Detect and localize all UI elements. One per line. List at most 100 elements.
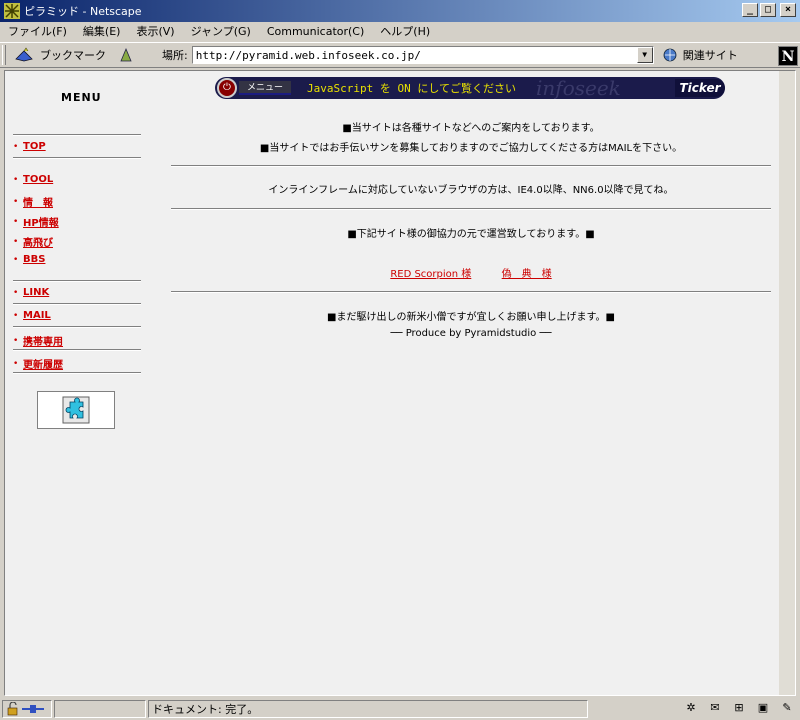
nav-link-history[interactable]: 更新履歴 [23,356,63,371]
mail-icon[interactable]: ✉ [706,700,724,716]
infoseek-banner[interactable]: ⏻ メニュー JavaScript を ON にしてご覧ください infosee… [215,77,725,99]
main-divider [171,291,771,293]
minimize-button[interactable]: _ [742,3,758,17]
bullet: • [13,216,19,227]
composer-icon[interactable]: ✎ [778,700,796,716]
sidebar-item-mobile: • 携帯専用 [13,333,63,349]
lock-icon [7,702,18,716]
bullet: • [13,236,19,247]
main-divider [171,208,771,210]
status-bar: ドキュメント: 完了。 ✲ ✉ ⊞ ▣ ✎ [0,698,800,720]
sidebar-divider [13,157,141,159]
progress-meter [54,700,146,718]
url-dropdown-button[interactable]: ▼ [636,47,653,63]
intro-line-2: ■当サイトではお手伝いサンを募集しておりますのでご協力してくださる方はMAILを… [259,143,683,154]
address-book-icon[interactable]: ▣ [754,700,772,716]
menu-view[interactable]: 表示(V) [134,23,176,39]
main-divider [171,165,771,167]
partner-links: RED Scorpion 様 偽 典 様 [171,265,771,280]
sidebar-item-bbs: • BBS [13,254,45,265]
connection-icon [22,705,44,713]
nav-link-info[interactable]: 情 報 [23,194,53,209]
status-text: ドキュメント: 完了。 [152,703,259,716]
javascript-message: JavaScript を ON にしてご覧ください [307,82,517,95]
security-indicator[interactable] [2,700,52,718]
bookmarks-button[interactable]: ブックマーク [14,47,106,63]
menu-file[interactable]: ファイル(F) [6,23,69,39]
sidebar-divider [13,326,141,328]
closing-message: ■まだ駆け出しの新米小僧ですが宜しくお願い申し上げます。■ [327,312,615,323]
bookmarks-label: ブックマーク [40,49,106,62]
related-sites-button[interactable]: 関連サイト [662,47,738,63]
close-button[interactable]: × [780,3,796,17]
title-bar: ピラミッド - Netscape _ □ × [0,0,800,22]
location-toolbar: ブックマーク 場所: http://pyramid.web.infoseek.c… [0,42,800,68]
nav-link-mobile[interactable]: 携帯専用 [23,333,63,348]
bullet: • [13,254,19,265]
menu-title: MENU [61,91,102,104]
partners-note: ■下記サイト様の御協力の元で運営致しております。■ [347,229,595,240]
page-content: MENU • TOP • TOOL • 情 報 • HP情報 • 高飛び • B… [4,70,796,696]
plugin-placeholder[interactable] [37,391,115,429]
page-proxy-icon[interactable] [118,47,134,63]
power-icon: ⏻ [217,78,237,98]
nav-link-link[interactable]: LINK [23,287,49,298]
window-controls: _ □ × [742,3,796,17]
status-message: ドキュメント: 完了。 [148,700,588,718]
sidebar-item-top: • TOP [13,141,46,152]
nav-link-takatobi[interactable]: 高飛び [23,234,53,249]
banner-menu-label[interactable]: メニュー [239,81,291,95]
netscape-logo[interactable]: N [778,46,798,66]
menu-edit[interactable]: 編集(E) [81,23,123,39]
browser-note: インラインフレームに対応していないブラウザの方は、IE4.0以降、NN6.0以降… [268,185,674,196]
menu-bar: ファイル(F) 編集(E) 表示(V) ジャンプ(G) Communicator… [0,22,800,40]
menu-help[interactable]: ヘルプ(H) [378,23,432,39]
sidebar-divider [13,372,141,374]
sidebar-divider [13,303,141,305]
toolbar-grip[interactable] [2,45,6,65]
menu-go[interactable]: ジャンプ(G) [189,23,253,39]
nav-link-hp-info[interactable]: HP情報 [23,214,59,229]
sidebar-divider [13,280,141,282]
sidebar-item-hp-info: • HP情報 [13,214,59,230]
sidebar-item-link: • LINK [13,287,49,298]
newsgroup-icon[interactable]: ⊞ [730,700,748,716]
sidebar-divider [13,134,141,136]
location-label: 場所: [162,49,188,62]
bookmark-icon [15,47,33,62]
partner-link-giten[interactable]: 偽 典 様 [502,269,552,280]
credit-line: ── Produce by Pyramidstudio ── [390,328,552,339]
sidebar-item-mail: • MAIL [13,310,51,321]
infoseek-logo: infoseek [536,77,621,99]
bullet: • [13,287,19,298]
url-text: http://pyramid.web.infoseek.co.jp/ [195,48,421,62]
partner-link-red-scorpion[interactable]: RED Scorpion 様 [390,269,471,280]
related-sites-icon [663,48,677,62]
maximize-button[interactable]: □ [760,3,776,17]
intro-line-1: ■当サイトは各種サイトなどへのご案内をしております。 [342,123,600,134]
url-input[interactable]: http://pyramid.web.infoseek.co.jp/ ▼ [191,46,654,64]
bullet: • [13,358,19,369]
nav-link-mail[interactable]: MAIL [23,310,51,321]
bullet: • [13,335,19,346]
sidebar-item-info: • 情 報 [13,194,53,210]
bullet: • [13,174,19,185]
component-bar: ✲ ✉ ⊞ ▣ ✎ [682,700,796,716]
nav-link-tool[interactable]: TOOL [23,174,53,185]
nav-link-top[interactable]: TOP [23,141,46,152]
menu-communicator[interactable]: Communicator(C) [265,25,366,38]
plugin-puzzle-icon [62,396,90,424]
bullet: • [13,310,19,321]
sidebar-item-history: • 更新履歴 [13,356,63,372]
window-title: ピラミッド - Netscape [24,5,142,18]
bullet: • [13,196,19,207]
nav-link-bbs[interactable]: BBS [23,254,45,265]
navigator-icon[interactable]: ✲ [682,700,700,716]
bullet: • [13,141,19,152]
sidebar-item-tool: • TOOL [13,174,53,185]
netscape-icon [4,3,20,19]
related-sites-label: 関連サイト [682,49,738,62]
sidebar-item-takatobi: • 高飛び [13,234,53,250]
ticker-button[interactable]: Ticker [675,79,725,97]
vertical-scrollbar[interactable] [779,71,795,695]
